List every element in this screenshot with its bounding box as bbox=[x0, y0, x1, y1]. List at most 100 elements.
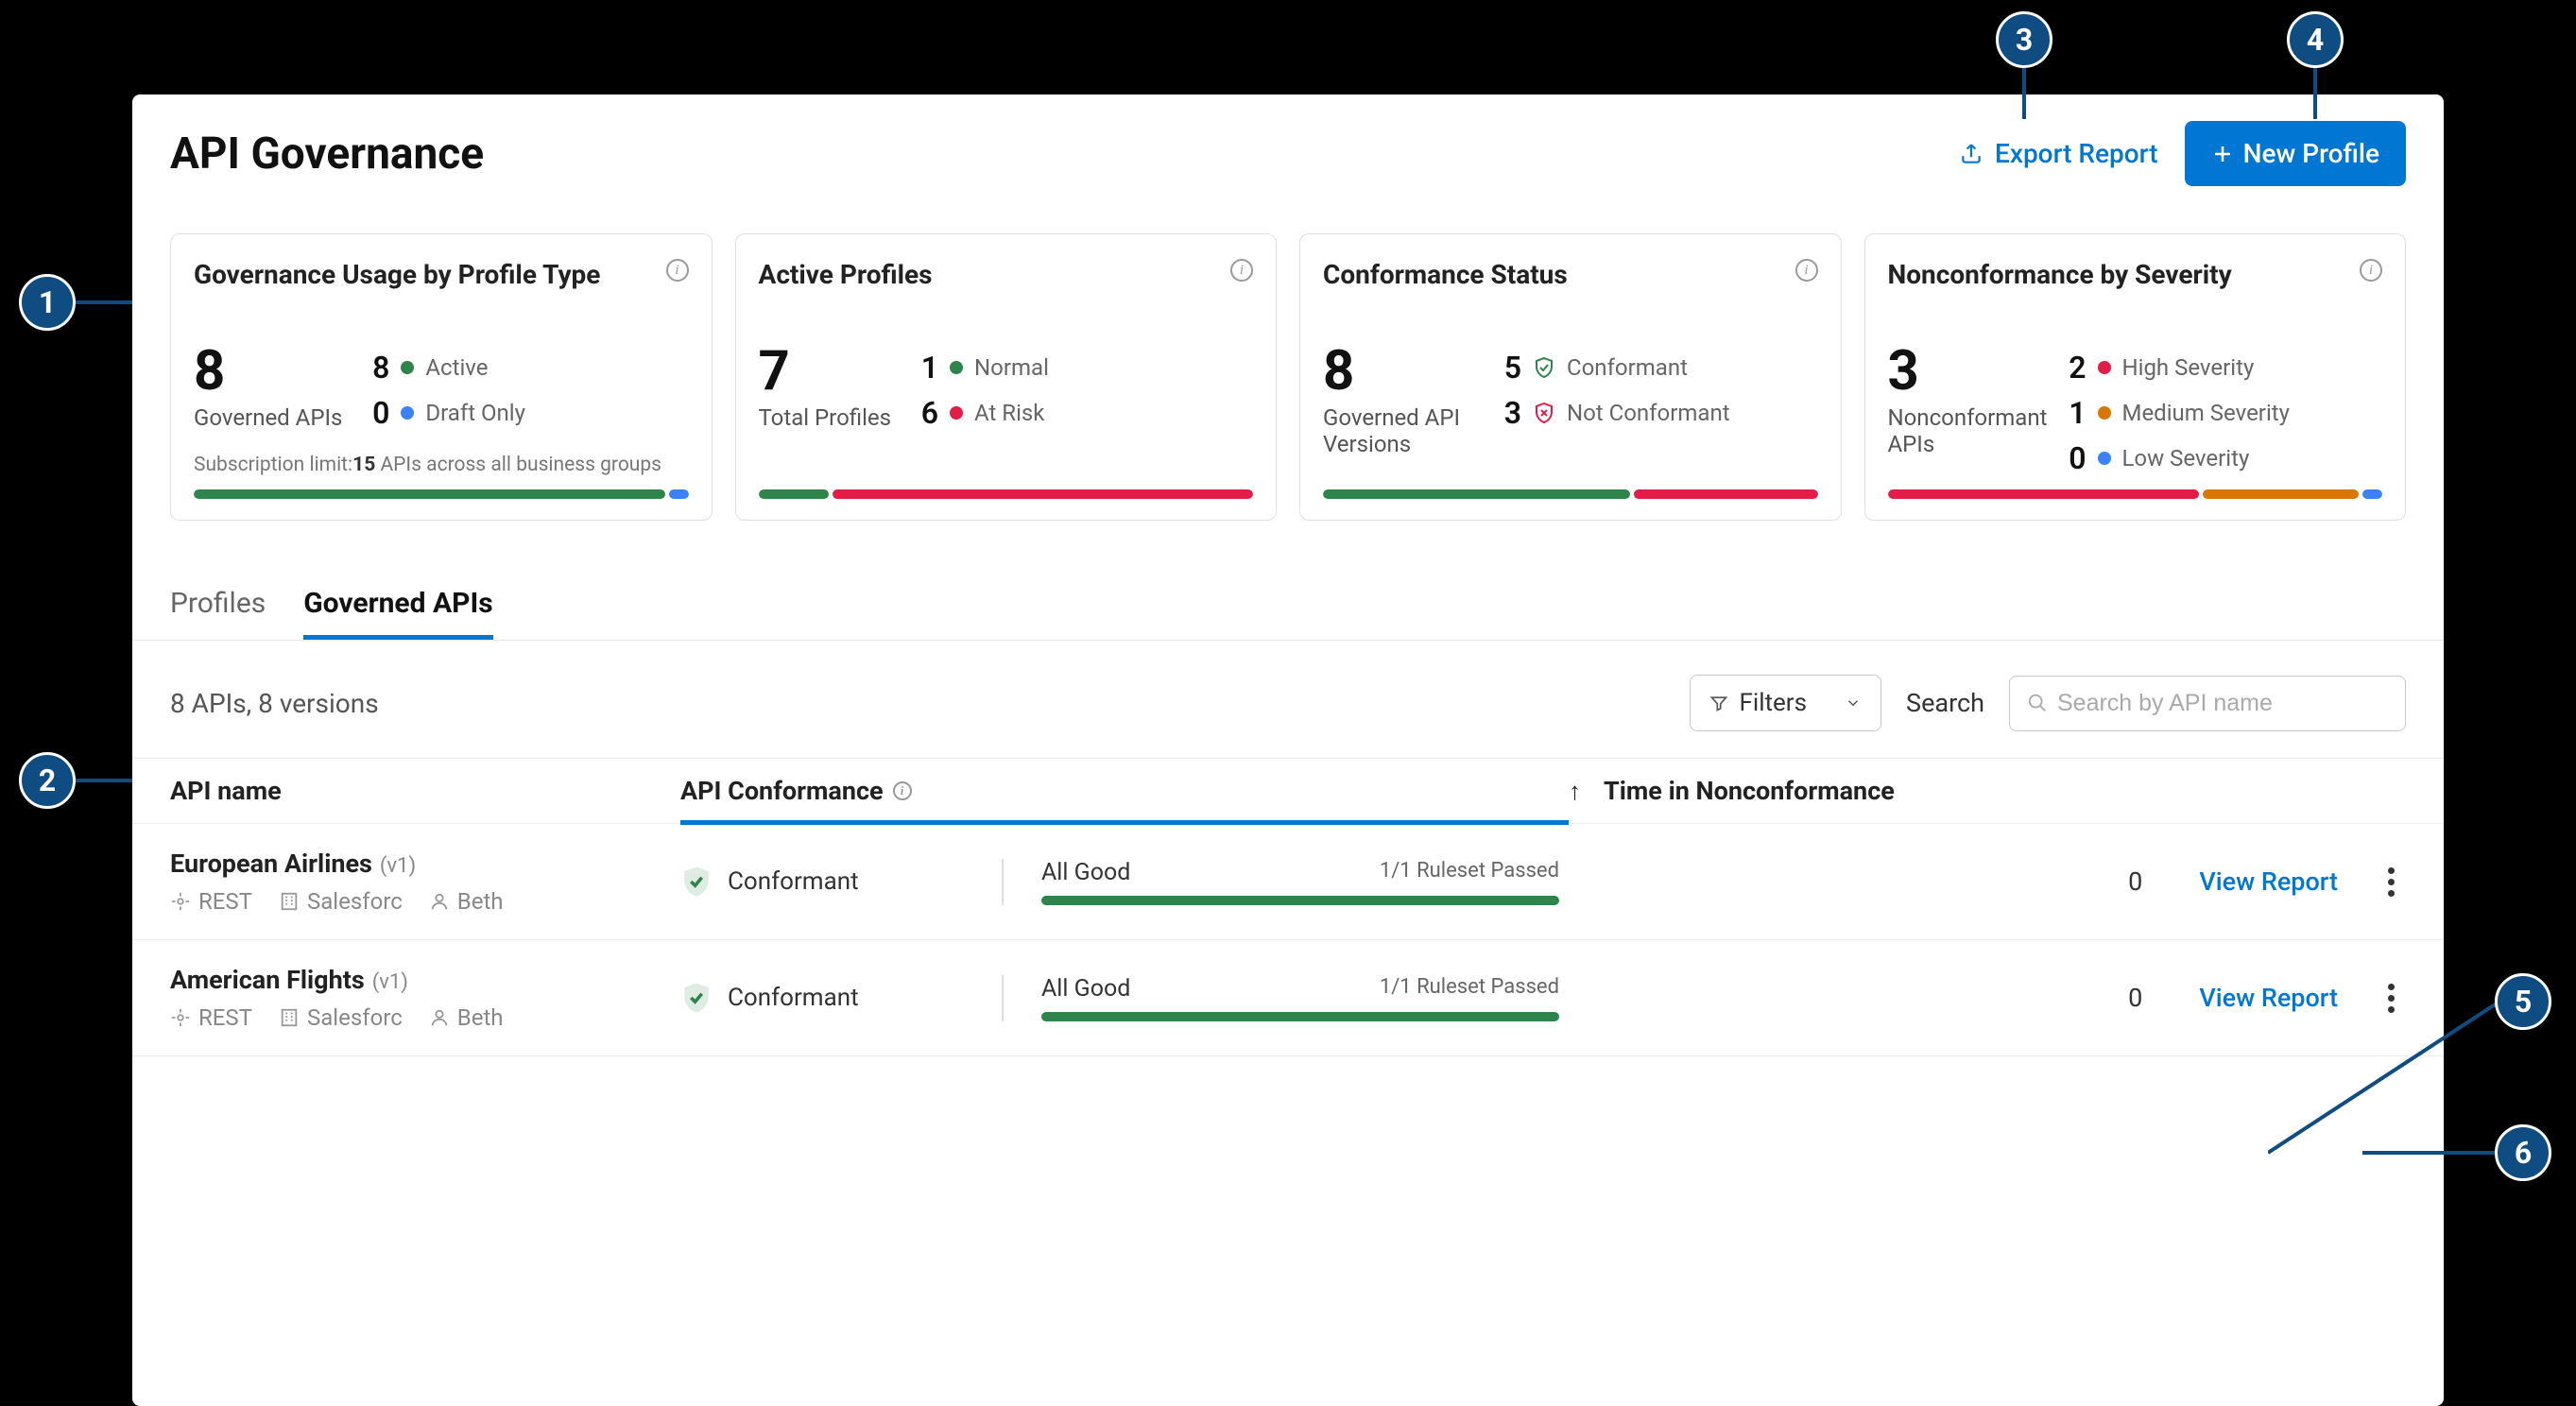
conformance-text: Conformant bbox=[728, 984, 859, 1012]
ruleset-status: All Good bbox=[1041, 859, 1130, 886]
dot-icon bbox=[2098, 452, 2111, 465]
time-value: 0 bbox=[1559, 983, 2199, 1013]
sort-arrow-icon: ↑ bbox=[1569, 778, 1581, 806]
export-icon bbox=[1959, 142, 1984, 166]
col-time[interactable]: ↑ Time in Nonconformance bbox=[1569, 776, 2406, 806]
conf-bar bbox=[1323, 489, 1818, 499]
ruleset-detail: 1/1 Ruleset Passed bbox=[1380, 859, 1559, 886]
tab-governed-apis[interactable]: Governed APIs bbox=[303, 587, 492, 640]
sev-big-label: Nonconformant APIs bbox=[1888, 404, 2039, 457]
conf-item-conformant: 5 Conformant bbox=[1493, 350, 1730, 386]
api-user: Beth bbox=[429, 888, 504, 915]
conf-big-label: Governed API Versions bbox=[1323, 404, 1474, 457]
api-name: European Airlines bbox=[170, 849, 372, 879]
conformance-text: Conformant bbox=[728, 867, 859, 896]
usage-bar bbox=[194, 489, 689, 499]
view-report-link[interactable]: View Report bbox=[2199, 866, 2338, 897]
info-icon[interactable]: i bbox=[2360, 259, 2382, 282]
callout-3: 3 bbox=[1996, 11, 2052, 68]
table-row: European Airlines (v1) REST Salesforc Be… bbox=[132, 824, 2444, 940]
profiles-item-normal: 1 Normal bbox=[910, 350, 1049, 386]
header-actions: Export Report New Profile bbox=[1959, 121, 2406, 186]
header: API Governance Export Report New Profile bbox=[132, 94, 2444, 205]
search-label: Search bbox=[1906, 688, 1984, 718]
shield-check-icon bbox=[680, 865, 713, 899]
search-input-wrapper[interactable] bbox=[2009, 676, 2406, 731]
dot-icon bbox=[401, 406, 414, 420]
card-profiles: Active Profiles i 7 Total Profiles 1 Nor… bbox=[735, 233, 1278, 521]
api-meta: REST Salesforc Beth bbox=[170, 888, 680, 915]
info-icon[interactable]: i bbox=[1230, 259, 1253, 282]
sev-item-medium: 1 Medium Severity bbox=[2058, 395, 2290, 431]
sev-item-low: 0 Low Severity bbox=[2058, 440, 2290, 476]
callout-4-line bbox=[2313, 66, 2317, 119]
conf-big-number: 8 bbox=[1323, 344, 1474, 399]
chevron-down-icon bbox=[1845, 694, 1862, 712]
card-conformance-title: Conformance Status bbox=[1323, 259, 1568, 290]
new-profile-label: New Profile bbox=[2243, 138, 2379, 169]
api-name-block: American Flights (v1) REST Salesforc Bet… bbox=[170, 965, 680, 1031]
api-org: Salesforc bbox=[279, 888, 403, 915]
user-icon bbox=[429, 1007, 450, 1028]
table-header: API name API Conformance i ↑ Time in Non… bbox=[132, 758, 2444, 824]
building-icon bbox=[279, 1007, 300, 1028]
building-icon bbox=[279, 891, 300, 912]
list-summary: 8 APIs, 8 versions bbox=[170, 688, 379, 719]
col-conformance[interactable]: API Conformance i bbox=[680, 776, 1569, 806]
new-profile-button[interactable]: New Profile bbox=[2185, 121, 2406, 186]
tab-profiles[interactable]: Profiles bbox=[170, 587, 266, 640]
callout-2: 2 bbox=[19, 752, 76, 809]
card-profiles-title: Active Profiles bbox=[759, 259, 933, 290]
col-api-name[interactable]: API name bbox=[170, 776, 680, 806]
info-icon[interactable]: i bbox=[893, 781, 912, 800]
user-icon bbox=[429, 891, 450, 912]
time-value: 0 bbox=[1559, 866, 2199, 897]
search-input[interactable] bbox=[2057, 690, 2388, 717]
callout-1: 1 bbox=[19, 274, 76, 331]
usage-big-number: 8 bbox=[194, 344, 342, 399]
info-icon[interactable]: i bbox=[1795, 259, 1818, 282]
api-name: American Flights bbox=[170, 965, 365, 995]
callout-5-line bbox=[2268, 1002, 2514, 1162]
ruleset-block: All Good 1/1 Ruleset Passed bbox=[1002, 859, 1559, 905]
table-body: European Airlines (v1) REST Salesforc Be… bbox=[132, 824, 2444, 1056]
callout-6: 6 bbox=[2495, 1124, 2551, 1181]
callout-3-line bbox=[2022, 66, 2026, 119]
card-severity-title: Nonconformance by Severity bbox=[1888, 259, 2232, 290]
shield-x-icon bbox=[1533, 401, 1555, 425]
filter-icon bbox=[1709, 694, 1728, 712]
info-icon[interactable]: i bbox=[666, 259, 689, 282]
sev-item-high: 2 High Severity bbox=[2058, 350, 2290, 386]
sort-indicator bbox=[680, 820, 1569, 825]
usage-item-active: 8 Active bbox=[361, 350, 525, 386]
api-user: Beth bbox=[429, 1004, 504, 1031]
list-toolbar: 8 APIs, 8 versions Filters Search bbox=[132, 641, 2444, 758]
ruleset-bar bbox=[1041, 1012, 1559, 1021]
api-org: Salesforc bbox=[279, 1004, 403, 1031]
conformance-status: Conformant bbox=[680, 981, 1002, 1015]
usage-item-draft: 0 Draft Only bbox=[361, 395, 525, 431]
api-type: REST bbox=[170, 1004, 252, 1031]
api-name-block: European Airlines (v1) REST Salesforc Be… bbox=[170, 849, 680, 915]
callout-5: 5 bbox=[2495, 973, 2551, 1030]
filters-button[interactable]: Filters bbox=[1690, 675, 1882, 731]
profiles-item-risk: 6 At Risk bbox=[910, 395, 1049, 431]
ruleset-bar bbox=[1041, 896, 1559, 905]
page-title: API Governance bbox=[170, 129, 484, 180]
export-report-button[interactable]: Export Report bbox=[1959, 138, 2158, 169]
profiles-bar bbox=[759, 489, 1254, 499]
shield-check-icon bbox=[1533, 355, 1555, 380]
card-severity: Nonconformance by Severity i 3 Nonconfor… bbox=[1864, 233, 2407, 521]
conformance-status: Conformant bbox=[680, 865, 1002, 899]
profiles-big-label: Total Profiles bbox=[759, 404, 892, 431]
row-menu-button[interactable] bbox=[2376, 867, 2406, 897]
sev-big-number: 3 bbox=[1888, 344, 2039, 399]
callout-4: 4 bbox=[2287, 11, 2344, 68]
table-row: American Flights (v1) REST Salesforc Bet… bbox=[132, 940, 2444, 1056]
card-usage-title: Governance Usage by Profile Type bbox=[194, 259, 600, 290]
card-conformance: Conformance Status i 8 Governed API Vers… bbox=[1299, 233, 1842, 521]
callout-1-line bbox=[74, 300, 132, 304]
ruleset-block: All Good 1/1 Ruleset Passed bbox=[1002, 975, 1559, 1021]
api-icon bbox=[170, 891, 191, 912]
conf-item-nonconformant: 3 Not Conformant bbox=[1493, 395, 1730, 431]
